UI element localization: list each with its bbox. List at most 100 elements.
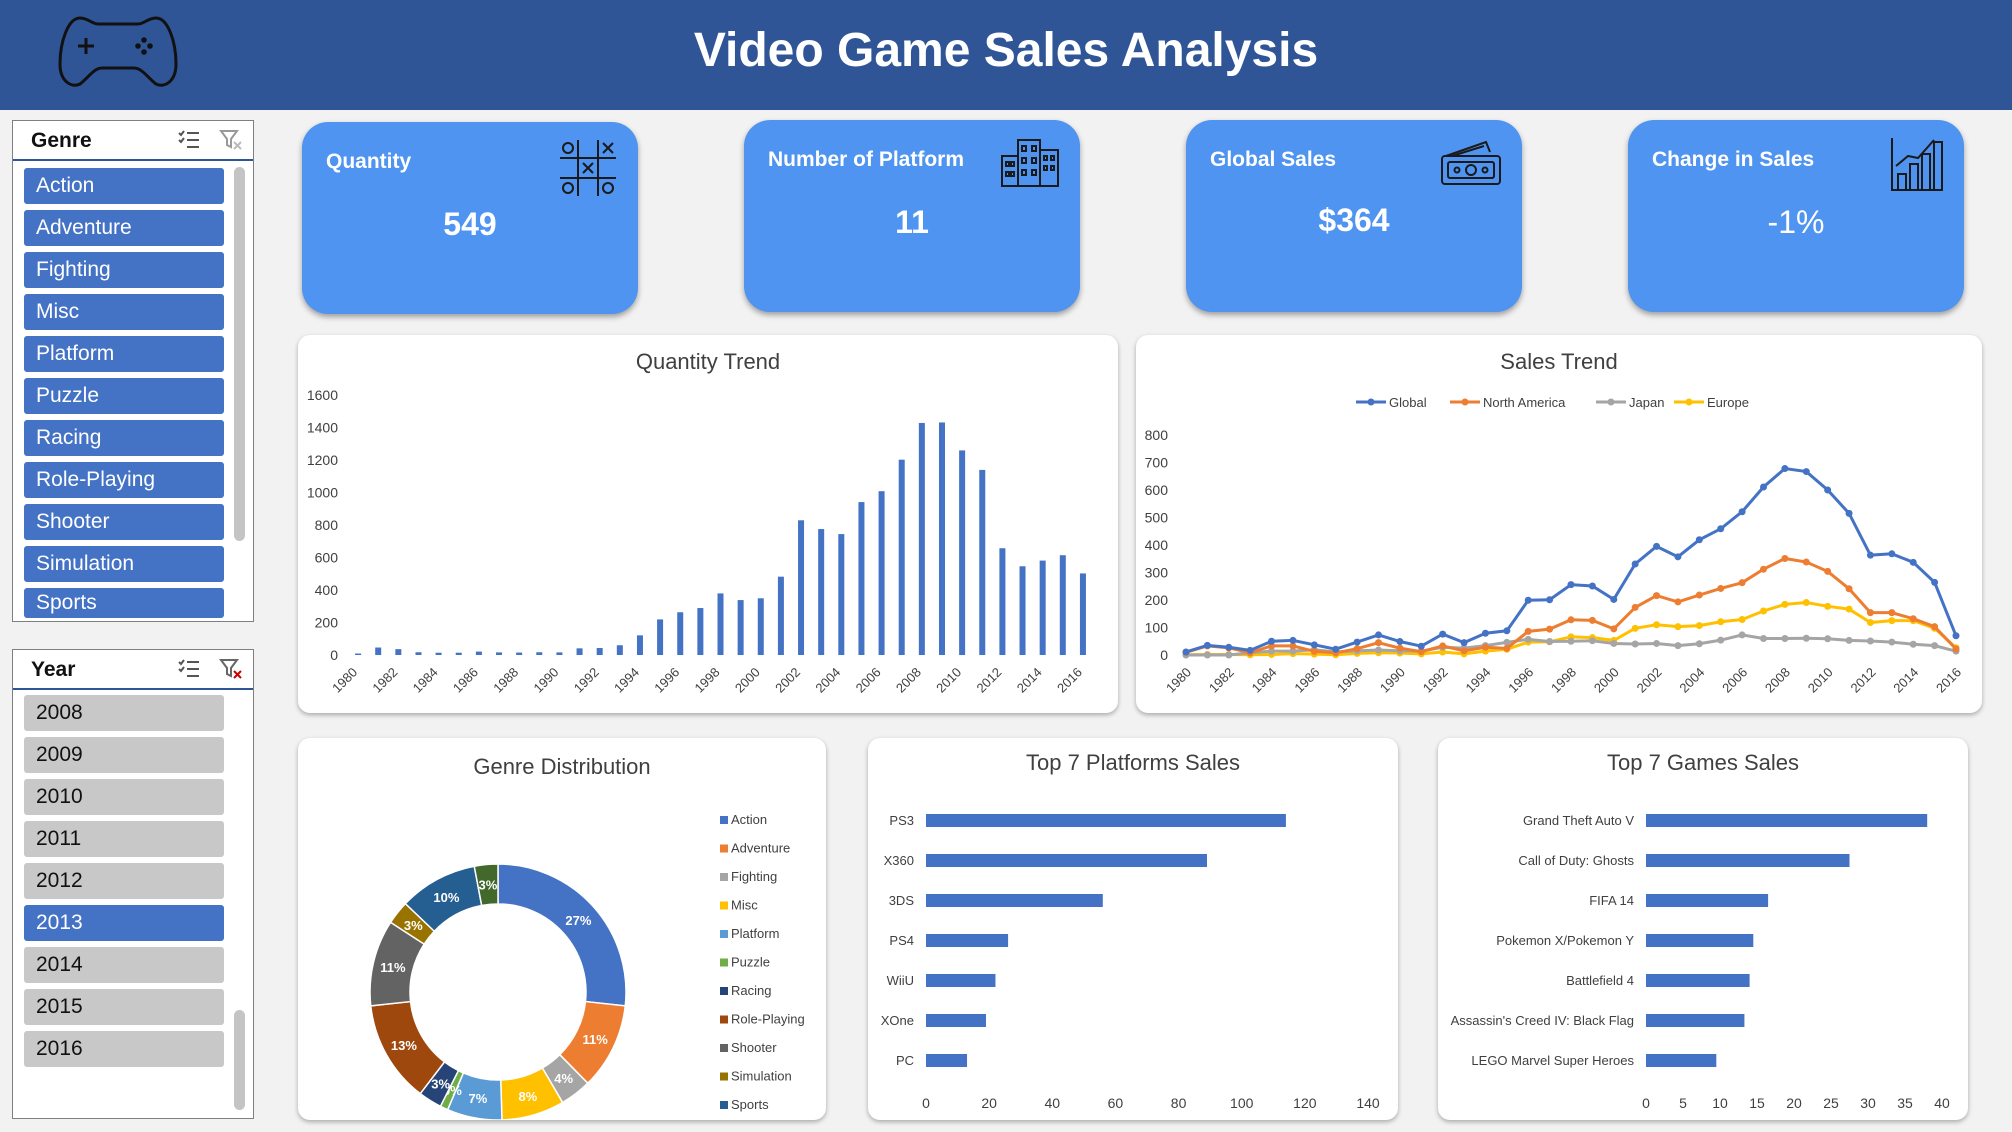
legend-label: Racing [731,983,771,998]
x-tick-label: 20 [1786,1095,1802,1111]
slice-data-label: 7% [469,1091,488,1106]
data-point [1781,554,1789,562]
data-point [1610,595,1618,603]
x-tick-label: 1986 [450,665,481,696]
clear-filter-icon[interactable] [219,129,243,156]
data-point [1653,542,1661,550]
year-slicer-item[interactable]: 2012 [24,863,224,899]
data-point [1396,644,1404,652]
data-point [1375,646,1382,654]
category-label: PS3 [889,813,914,828]
data-point [1674,623,1682,631]
year-slicer-item[interactable]: 2015 [24,989,224,1025]
legend-label: Puzzle [731,955,770,970]
year-slicer-item[interactable]: 2014 [24,947,224,983]
slice-data-label: 3% [404,918,423,933]
year-slicer-item[interactable]: 2009 [24,737,224,773]
data-point [1375,631,1382,639]
legend-swatch [720,1044,728,1052]
data-point [1203,641,1211,649]
year-slicer-item[interactable]: 2011 [24,821,224,857]
bar [375,647,382,655]
x-tick-label: 80 [1171,1095,1187,1111]
genre-distribution-chart: 27%11%4%8%7%0%3%13%11%3%10%3%ActionAdven… [369,812,805,1120]
x-tick-label: 35 [1897,1095,1913,1111]
top-platforms-panel: Top 7 Platforms Sales PS3 X360 3DS PS4 WiiU X… [868,738,1398,1120]
y-tick-label: 200 [315,615,339,631]
data-point [1524,627,1532,635]
data-point [1824,486,1832,494]
kpi-platform-card: Number of Platform 11 [744,120,1080,312]
genre-slicer-item[interactable]: Role-Playing [24,462,224,498]
data-point [1760,635,1767,642]
x-tick-label: 1992 [571,665,602,696]
legend-label: Europe [1707,395,1749,410]
clear-filter-icon[interactable] [219,658,243,685]
bar [657,619,664,655]
genre-slicer-item[interactable]: Sports [24,588,224,618]
year-slicer-item[interactable]: 2013 [24,905,224,941]
genre-slicer-item[interactable]: Action [24,168,224,204]
genre-slicer-item[interactable]: Shooter [24,504,224,540]
legend-label: Misc [731,898,758,913]
y-tick-label: 800 [315,517,339,533]
y-tick-label: 0 [1160,647,1168,663]
x-tick-label: 0 [1642,1095,1650,1111]
data-point [1845,509,1853,517]
genre-scrollbar[interactable] [234,167,245,541]
data-point [1610,639,1618,647]
data-point [1888,617,1896,625]
x-tick-label: 1994 [1463,665,1494,696]
genre-slicer-item[interactable]: Adventure [24,210,224,246]
genre-slicer-item[interactable]: Platform [24,336,224,372]
bar [737,600,744,655]
series-line [1185,466,1958,654]
bar [999,548,1006,655]
x-tick-label: 120 [1293,1095,1317,1111]
genre-slicer-title: Genre [31,129,92,152]
bar [1646,1054,1717,1067]
bar [926,1054,968,1067]
data-point [1588,637,1596,645]
data-point [1481,629,1489,637]
year-slicer-item[interactable]: 2008 [24,695,224,731]
x-tick-label: 2004 [812,665,843,696]
category-label: PC [896,1053,914,1068]
year-slicer-item[interactable]: 2010 [24,779,224,815]
data-point [1439,630,1447,638]
category-label: Pokemon X/Pokemon Y [1496,933,1634,948]
bar [757,598,764,655]
multi-select-icon[interactable] [177,658,201,685]
kpi-label: Number of Platform [768,148,965,171]
bar [717,593,724,655]
year-scrollbar[interactable] [234,1010,245,1110]
legend-swatch [720,901,728,910]
data-point [1802,598,1810,606]
multi-select-icon[interactable] [177,129,201,156]
slice-data-label: 4% [554,1071,573,1086]
data-point [1717,584,1725,592]
genre-slicer-item[interactable]: Racing [24,420,224,456]
data-point [1310,647,1318,655]
y-tick-label: 1000 [307,485,338,501]
data-point [1845,636,1853,644]
bar [898,459,905,655]
quantity-trend-chart: 0 200 400 600 800 1000 1200 1400 1600 1980 1982 198… [307,387,1086,696]
x-tick-label: 30 [1860,1095,1876,1111]
y-tick-label: 700 [1145,455,1169,471]
data-point [1695,622,1703,630]
bar [395,649,402,655]
x-tick-label: 1986 [1291,665,1322,696]
slice-data-label: 27% [565,913,591,928]
slice-data-label: 8% [518,1089,537,1104]
data-point [1738,579,1746,587]
genre-slicer-item[interactable]: Simulation [24,546,224,582]
genre-slicer-item[interactable]: Fighting [24,252,224,288]
slice-data-label: 10% [433,890,459,905]
genre-slicer-item[interactable]: Misc [24,294,224,330]
year-slicer-item[interactable]: 2016 [24,1031,224,1067]
genre-slicer-item[interactable]: Puzzle [24,378,224,414]
data-point [1631,640,1639,648]
y-tick-label: 600 [1145,482,1169,498]
x-tick-label: 40 [1934,1095,1950,1111]
